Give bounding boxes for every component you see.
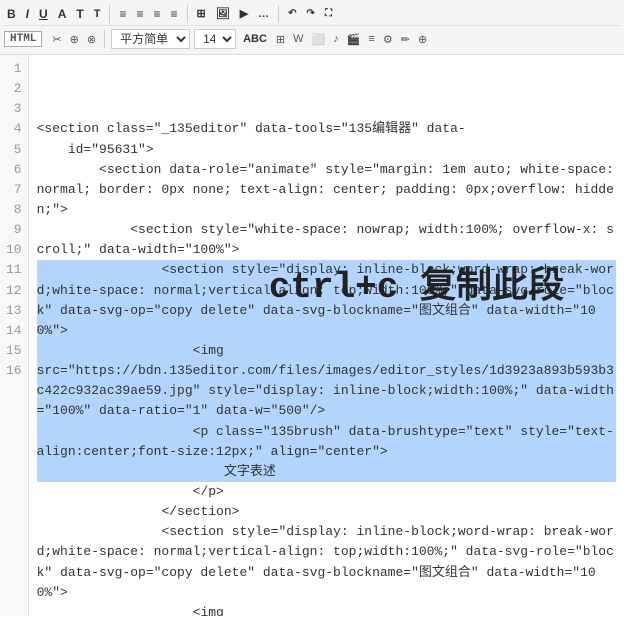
code-line[interactable]: </p> [37, 482, 616, 502]
separator3 [278, 5, 279, 23]
line-number: 13 [6, 301, 22, 321]
code-line[interactable]: <img [37, 603, 616, 616]
separator2 [187, 5, 188, 23]
abc-btn[interactable]: ABC [240, 32, 270, 46]
format-btn1[interactable]: ⊞ [274, 32, 287, 47]
format-btn5[interactable]: 🎬 [345, 32, 363, 47]
format-btn8[interactable]: ✏ [399, 32, 412, 47]
code-line[interactable]: <section style="display: inline-block;wo… [37, 522, 616, 603]
line-number: 15 [6, 341, 22, 361]
toolbar: B I U A T T ≡ ≡ ≡ ≡ ⊞ 🖼 ▶ … ↶ ↷ ⛶ HTML ✂… [0, 0, 624, 55]
line-number: 11 [6, 260, 22, 280]
line-numbers: 12345678910111213141516 [0, 55, 29, 616]
line-number: 12 [6, 281, 22, 301]
line-number: 7 [6, 180, 22, 200]
line-number: 9 [6, 220, 22, 240]
font-size-selector[interactable]: 14px [194, 29, 236, 49]
line-number: 2 [6, 79, 22, 99]
format-btn3[interactable]: ⬜ [310, 32, 328, 47]
font-color-button[interactable]: A [55, 6, 70, 22]
misc-btn2[interactable]: ↷ [304, 7, 318, 20]
code-line[interactable]: <section data-role="animate" style="marg… [37, 160, 616, 220]
line-number: 5 [6, 140, 22, 160]
format-btn6[interactable]: ≡ [366, 32, 376, 46]
code-line[interactable]: <section style="display: inline-block;wo… [37, 260, 616, 341]
line-number: 16 [6, 361, 22, 381]
code-content[interactable]: <section class="_135editor" data-tools="… [29, 55, 624, 616]
fullscreen-button[interactable]: ⛶ [322, 7, 335, 20]
code-line[interactable]: src="https://bdn.135editor.com/files/ima… [37, 361, 616, 421]
format-btn9[interactable]: ⊕ [416, 32, 429, 47]
code-line[interactable]: <section class="_135editor" data-tools="… [37, 119, 616, 139]
italic-button[interactable]: I [23, 6, 32, 22]
text-button1[interactable]: T [73, 6, 86, 22]
code-btn3[interactable]: ⊗ [85, 32, 98, 47]
align-center[interactable]: ≡ [133, 6, 146, 22]
code-btn1[interactable]: ✂ [50, 32, 63, 47]
line-number: 14 [6, 321, 22, 341]
code-area: 12345678910111213141516 <section class="… [0, 55, 624, 616]
code-line[interactable]: <section style="white-space: nowrap; wid… [37, 220, 616, 260]
separator1 [109, 5, 110, 23]
bold-button[interactable]: B [4, 6, 19, 22]
more-button[interactable]: … [255, 7, 272, 21]
align-right[interactable]: ≡ [150, 6, 163, 22]
line-number: 8 [6, 200, 22, 220]
image-button[interactable]: 🖼 [213, 6, 233, 21]
line-number: 6 [6, 160, 22, 180]
text-button2[interactable]: T [91, 7, 104, 21]
code-line[interactable]: id="95631"> [37, 140, 616, 160]
line-number: 3 [6, 99, 22, 119]
table-button[interactable]: ⊞ [194, 6, 209, 21]
line-number: 1 [6, 59, 22, 79]
font-selector[interactable]: 平方简单 [111, 29, 190, 49]
line-number: 10 [6, 240, 22, 260]
separator4 [104, 30, 105, 48]
code-line[interactable]: <img [37, 341, 616, 361]
toolbar-row2: HTML ✂ ⊕ ⊗ 平方简单 14px ABC ⊞ W ⬜ ♪ 🎬 ≡ ⚙ ✏… [4, 26, 620, 52]
align-justify[interactable]: ≡ [167, 6, 180, 22]
toolbar-row1: B I U A T T ≡ ≡ ≡ ≡ ⊞ 🖼 ▶ … ↶ ↷ ⛶ [4, 2, 620, 26]
code-btn2[interactable]: ⊕ [68, 32, 81, 47]
align-left[interactable]: ≡ [116, 6, 129, 22]
code-line[interactable]: </section> [37, 502, 616, 522]
html-badge: HTML [4, 31, 42, 47]
editor-container: B I U A T T ≡ ≡ ≡ ≡ ⊞ 🖼 ▶ … ↶ ↷ ⛶ HTML ✂… [0, 0, 624, 616]
line-number: 4 [6, 119, 22, 139]
format-btn2[interactable]: W [291, 32, 305, 46]
media-button[interactable]: ▶ [237, 6, 251, 21]
format-btn7[interactable]: ⚙ [381, 32, 395, 47]
code-line[interactable]: <p class="135brush" data-brushtype="text… [37, 422, 616, 462]
format-btn4[interactable]: ♪ [331, 32, 341, 46]
code-line[interactable]: 文字表述 [37, 462, 616, 482]
misc-btn1[interactable]: ↶ [285, 7, 299, 20]
underline-button[interactable]: U [36, 6, 51, 22]
